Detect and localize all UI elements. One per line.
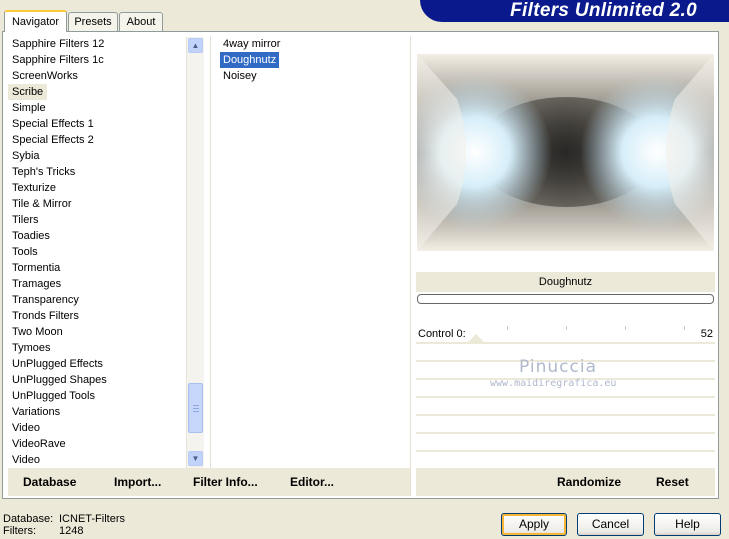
scroll-up-button[interactable]: ▲ — [188, 38, 203, 53]
category-item[interactable]: Tymoes — [8, 340, 186, 356]
category-item[interactable]: Sapphire Filters 12 — [8, 36, 186, 52]
category-item[interactable]: Teph's Tricks — [8, 164, 186, 180]
apply-button[interactable]: Apply — [501, 513, 567, 536]
category-item[interactable]: Video — [8, 452, 186, 468]
divider — [410, 36, 411, 496]
category-scrollbar[interactable]: ▲ ▼ — [186, 37, 204, 468]
control-0-slider[interactable]: Control 0: 52 — [416, 326, 715, 342]
filter-info-button[interactable]: Filter Info... — [193, 475, 258, 489]
category-item[interactable]: UnPlugged Effects — [8, 356, 186, 372]
filter-item[interactable]: Noisey — [220, 68, 260, 84]
control-0-value: 52 — [700, 328, 713, 340]
database-button[interactable]: Database — [23, 475, 76, 489]
category-item[interactable]: Tormentia — [8, 260, 186, 276]
banner-title: Filters Unlimited 2.0 — [510, 0, 697, 21]
divider — [210, 36, 211, 468]
category-item[interactable]: Video — [8, 420, 186, 436]
category-item[interactable]: Scribe — [8, 84, 48, 100]
category-item[interactable]: Two Moon — [8, 324, 186, 340]
category-item[interactable]: UnPlugged Shapes — [8, 372, 186, 388]
category-item[interactable]: ScreenWorks — [8, 68, 186, 84]
category-item[interactable]: Tronds Filters — [8, 308, 186, 324]
category-item[interactable]: Variations — [8, 404, 186, 420]
filters-count-label: Filters: — [3, 525, 36, 537]
slider-pointer-icon[interactable] — [468, 334, 484, 342]
category-item[interactable]: Tilers — [8, 212, 186, 228]
randomize-button[interactable]: Randomize — [557, 475, 621, 489]
cancel-button[interactable]: Cancel — [577, 513, 644, 536]
scroll-thumb[interactable] — [188, 383, 203, 433]
filter-list[interactable]: 4way mirror Doughnutz Noisey — [220, 36, 400, 84]
category-list[interactable]: Sapphire Filters 12 Sapphire Filters 1c Sc… — [8, 36, 186, 468]
preview-image — [417, 54, 714, 251]
category-item[interactable]: Texturize — [8, 180, 186, 196]
filter-item[interactable]: Doughnutz — [220, 52, 280, 68]
category-item[interactable]: Tramages — [8, 276, 186, 292]
category-item[interactable]: Tile & Mirror — [8, 196, 186, 212]
progress-bar — [417, 294, 714, 304]
scroll-down-button[interactable]: ▼ — [188, 451, 203, 466]
watermark-name: Pinuccia — [519, 357, 597, 377]
category-item[interactable]: VideoRave — [8, 436, 186, 452]
banner: Filters Unlimited 2.0 — [420, 0, 729, 22]
tab-about[interactable]: About — [119, 12, 163, 31]
filter-name-label: Doughnutz — [416, 272, 715, 292]
filters-count-value: 1248 — [59, 525, 84, 537]
category-item[interactable]: Transparency — [8, 292, 186, 308]
filter-item[interactable]: 4way mirror — [220, 36, 283, 52]
control-0-label: Control 0: — [418, 328, 466, 340]
import-button[interactable]: Import... — [114, 475, 161, 489]
editor-button[interactable]: Editor... — [290, 475, 334, 489]
watermark-url: www.maidiregrafica.eu — [490, 378, 617, 389]
category-item[interactable]: Special Effects 1 — [8, 116, 186, 132]
category-item[interactable]: UnPlugged Tools — [8, 388, 186, 404]
help-button[interactable]: Help — [654, 513, 721, 536]
database-status-label: Database: — [3, 513, 54, 525]
tab-presets[interactable]: Presets — [68, 12, 118, 31]
category-item[interactable]: Sapphire Filters 1c — [8, 52, 186, 68]
category-item[interactable]: Toadies — [8, 228, 186, 244]
category-item[interactable]: Simple — [8, 100, 186, 116]
category-item[interactable]: Tools — [8, 244, 186, 260]
database-status-value: ICNET-Filters — [59, 513, 125, 525]
category-item[interactable]: Special Effects 2 — [8, 132, 186, 148]
reset-button[interactable]: Reset — [656, 475, 689, 489]
tab-navigator[interactable]: Navigator — [4, 10, 67, 32]
category-item[interactable]: Sybia — [8, 148, 186, 164]
